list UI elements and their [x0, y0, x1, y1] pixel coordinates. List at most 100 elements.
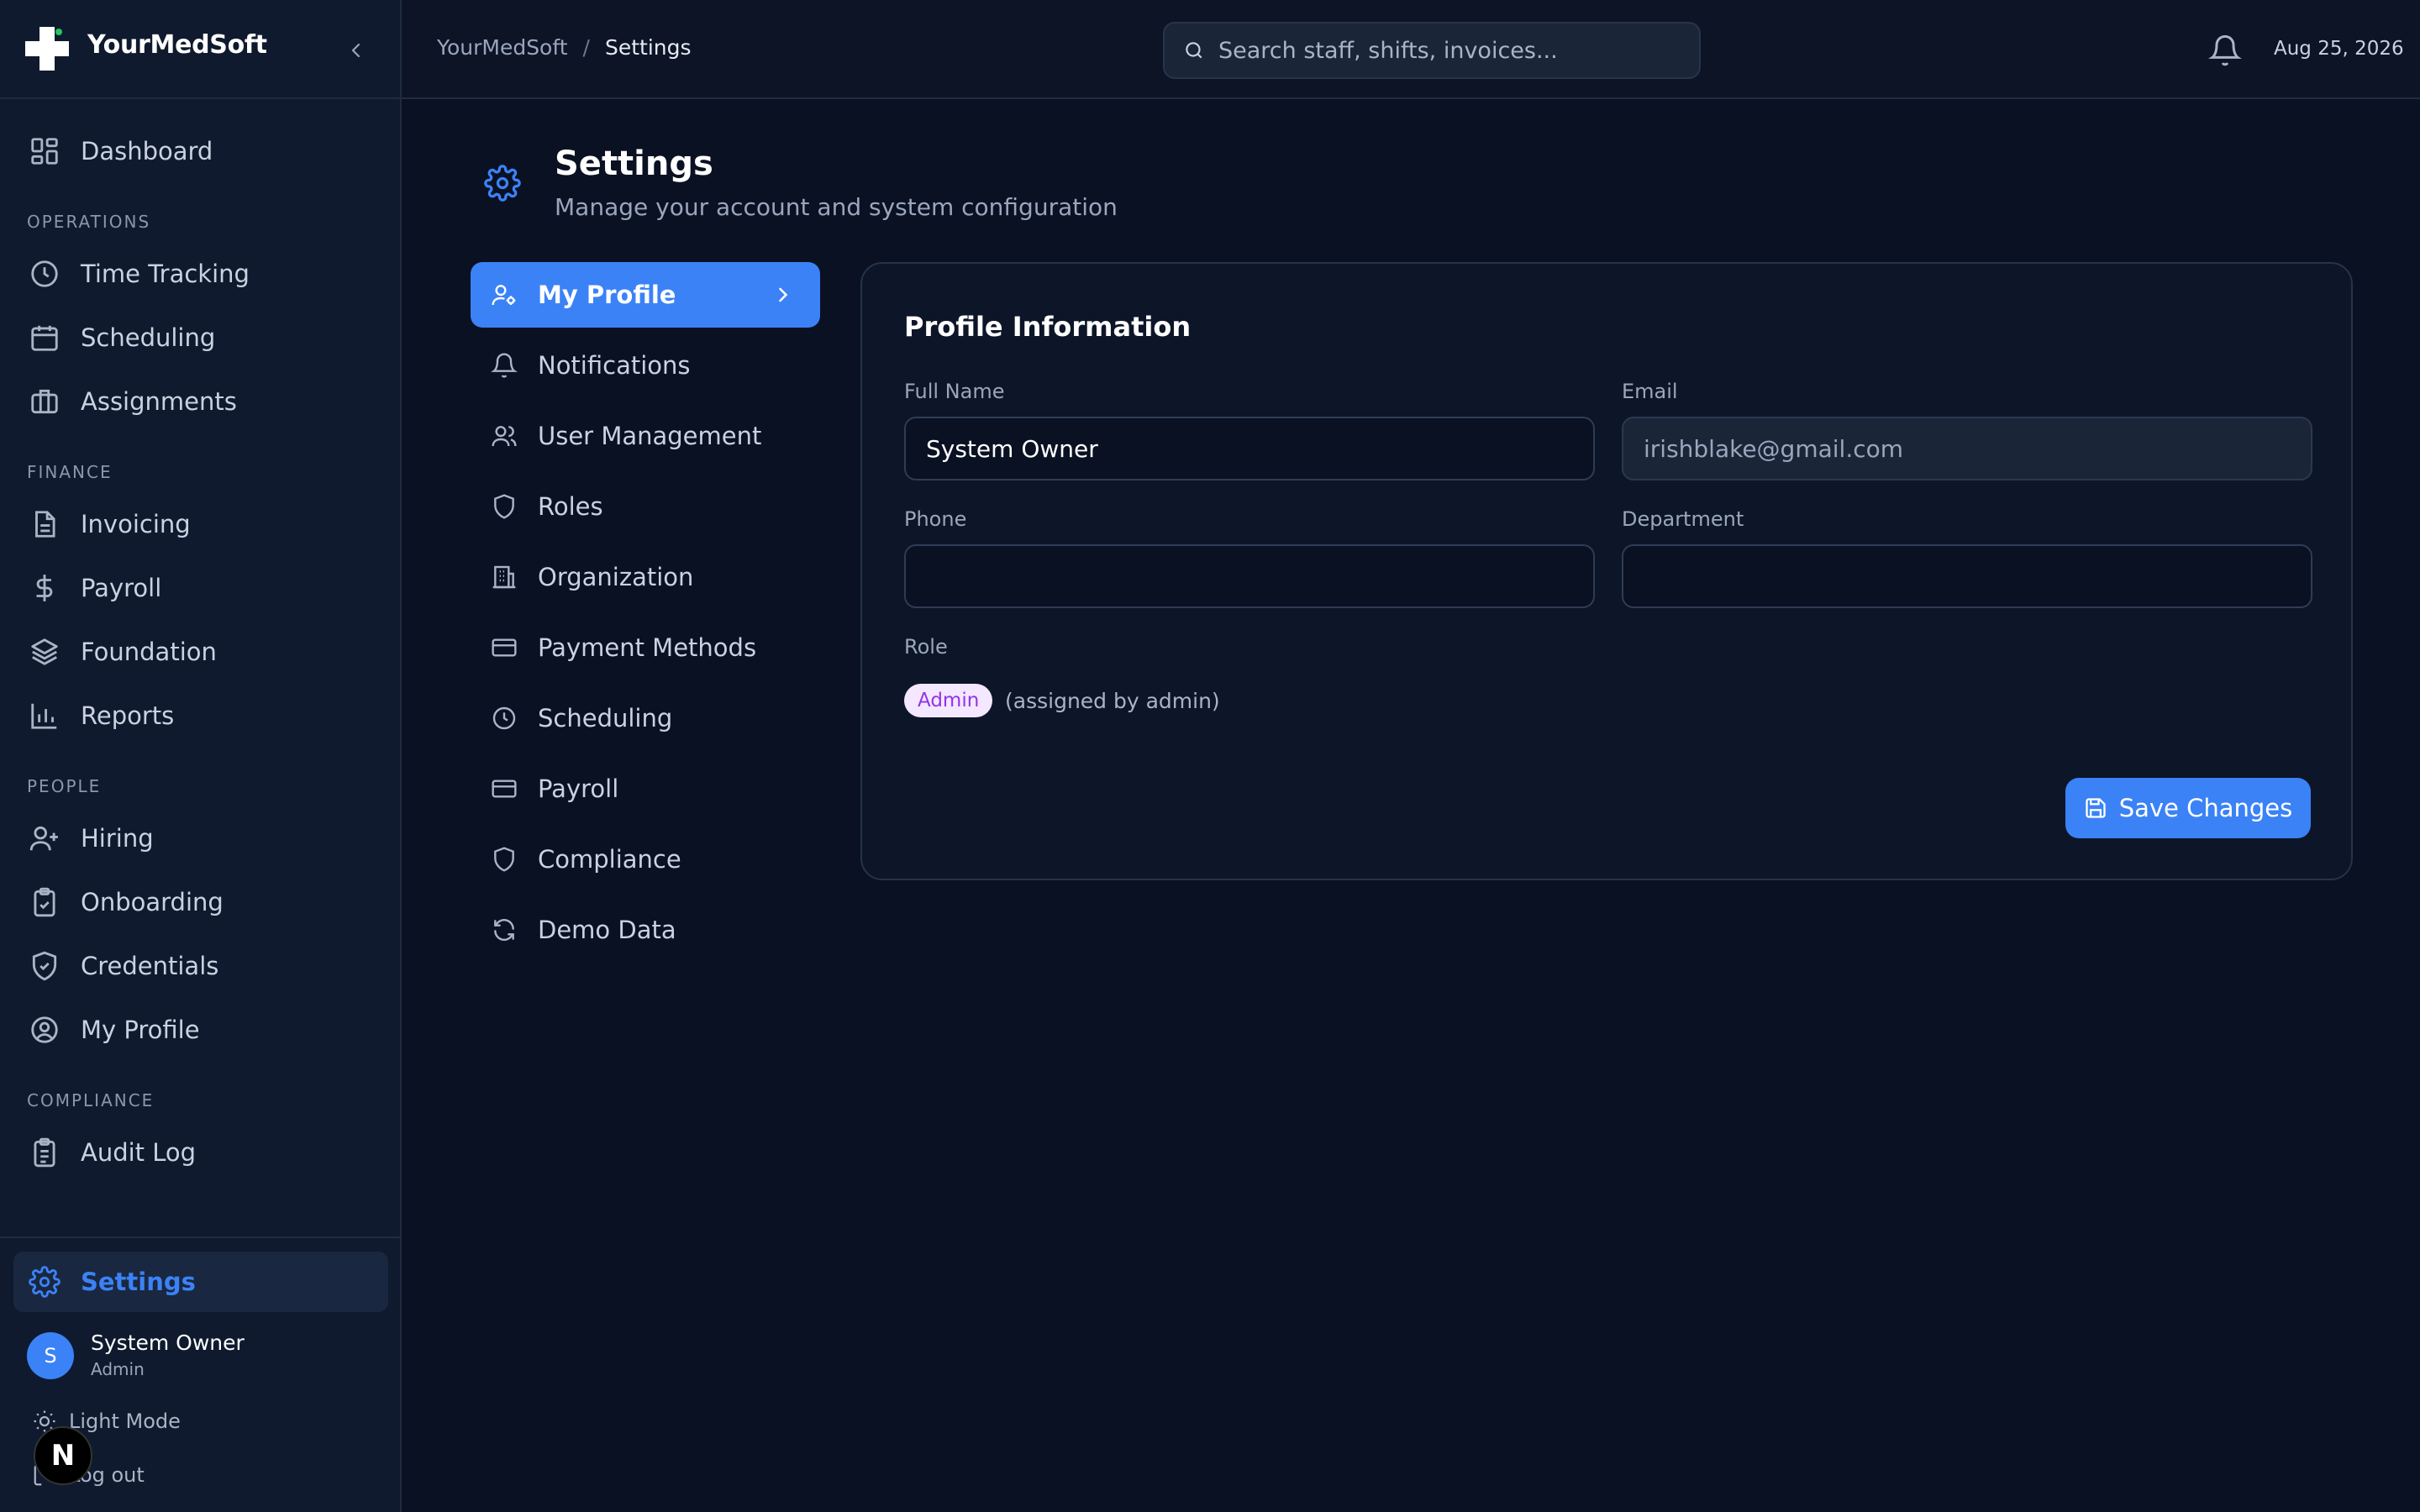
dashboard-icon — [31, 138, 58, 165]
sidebar-item-label: Dashboard — [81, 137, 213, 165]
settings-tab-roles[interactable]: Roles — [471, 474, 820, 539]
clock-icon — [31, 260, 58, 287]
credit-card-icon — [492, 638, 517, 657]
gear-icon — [29, 1266, 60, 1298]
user-card[interactable]: S System Owner Admin — [27, 1331, 380, 1383]
settings-tab-my-profile[interactable]: My Profile — [471, 262, 820, 328]
sidebar-item-label: Onboarding — [81, 888, 224, 916]
sidebar-item-dashboard[interactable]: Dashboard — [15, 124, 387, 178]
sidebar-item-label: Invoicing — [81, 510, 191, 538]
sidebar-item-reports[interactable]: Reports — [15, 689, 387, 743]
settings-tab-organization[interactable]: Organization — [471, 544, 820, 610]
page-title: Settings — [555, 144, 713, 183]
user-cog-icon — [492, 285, 516, 306]
search-input[interactable] — [1218, 37, 1689, 64]
building-icon — [492, 565, 516, 589]
page-subtitle: Manage your account and system configura… — [555, 193, 1118, 221]
sidebar-item-hiring[interactable]: Hiring — [15, 811, 387, 865]
settings-tab-notifications[interactable]: Notifications — [471, 333, 820, 398]
sidebar-item-assignments[interactable]: Assignments — [15, 375, 387, 428]
sidebar-item-time-tracking[interactable]: Time Tracking — [15, 247, 387, 301]
sidebar-divider — [0, 1236, 402, 1238]
sidebar-item-label: Credentials — [81, 952, 219, 980]
sidebar-item-label: Assignments — [81, 387, 237, 416]
sidebar-item-audit-log[interactable]: Audit Log — [15, 1126, 387, 1179]
briefcase-icon — [31, 389, 58, 414]
settings-tab-payment-methods[interactable]: Payment Methods — [471, 615, 820, 680]
section-finance: FINANCE — [27, 462, 113, 482]
full-name-field[interactable] — [904, 417, 1595, 480]
sidebar-item-invoicing[interactable]: Invoicing — [15, 497, 387, 551]
department-label: Department — [1622, 507, 1744, 531]
brand: YourMedSoft — [0, 0, 402, 99]
refresh-icon — [494, 919, 514, 941]
shield-icon — [494, 494, 514, 519]
chevron-left-icon — [351, 43, 360, 58]
sidebar-item-credentials[interactable]: Credentials — [15, 939, 387, 993]
sidebar-item-label: Scheduling — [81, 323, 216, 352]
settings-tab-scheduling[interactable]: Scheduling — [471, 685, 820, 751]
user-plus-icon — [29, 826, 58, 851]
role-badge: Admin — [904, 684, 993, 717]
sidebar-item-label: Time Tracking — [81, 260, 250, 288]
shield-check-icon — [32, 951, 57, 981]
file-text-icon — [35, 511, 55, 538]
email-field[interactable] — [1622, 417, 2312, 480]
sidebar-item-label: Foundation — [81, 638, 217, 666]
bar-chart-icon — [31, 703, 57, 729]
save-changes-button[interactable]: Save Changes — [2065, 778, 2311, 838]
sidebar-item-payroll[interactable]: Payroll — [15, 561, 387, 615]
medical-cross-logo — [25, 27, 69, 71]
settings-tab-label: Scheduling — [538, 704, 673, 732]
sidebar-item-scheduling[interactable]: Scheduling — [15, 311, 387, 365]
light-mode-label: Light Mode — [69, 1410, 181, 1433]
full-name-label: Full Name — [904, 380, 1005, 403]
user-circle-icon — [31, 1016, 58, 1043]
section-people: PEOPLE — [27, 776, 102, 796]
breadcrumb: YourMedSoft / Settings — [437, 35, 692, 60]
avatar: S — [27, 1332, 74, 1379]
department-field[interactable] — [1622, 544, 2312, 608]
dollar-icon — [36, 575, 53, 601]
email-label: Email — [1622, 380, 1678, 403]
top-bar: YourMedSoft / Settings Aug 25, 2026 — [402, 0, 2420, 99]
sidebar-item-settings[interactable]: Settings — [13, 1252, 388, 1312]
settings-tab-user-management[interactable]: User Management — [471, 403, 820, 469]
clipboard-list-icon — [34, 1137, 55, 1168]
settings-tab-demo-data[interactable]: Demo Data — [471, 897, 820, 963]
settings-tab-label: Demo Data — [538, 916, 676, 944]
profile-card: Profile Information Full Name Email Phon… — [860, 262, 2353, 880]
sidebar: YourMedSoft Dashboard OPERATIONS Time Tr… — [0, 0, 402, 1512]
breadcrumb-current: Settings — [604, 35, 692, 60]
gear-icon — [484, 165, 521, 202]
phone-field[interactable] — [904, 544, 1595, 608]
dev-tools-badge[interactable]: N — [34, 1426, 92, 1485]
card-title: Profile Information — [904, 311, 1192, 343]
sidebar-item-onboarding[interactable]: Onboarding — [15, 875, 387, 929]
sidebar-item-my-profile[interactable]: My Profile — [15, 1003, 387, 1057]
section-operations: OPERATIONS — [27, 212, 151, 232]
sidebar-item-label: Audit Log — [81, 1138, 197, 1167]
settings-tab-payroll[interactable]: Payroll — [471, 756, 820, 822]
settings-tab-label: My Profile — [538, 281, 676, 309]
phone-label: Phone — [904, 507, 967, 531]
settings-tab-label: Payment Methods — [538, 633, 757, 662]
current-date: Aug 25, 2026 — [2274, 38, 2404, 60]
sidebar-item-label: Reports — [81, 701, 175, 730]
settings-tab-label: Notifications — [538, 351, 691, 380]
sidebar-item-label: Payroll — [81, 574, 162, 602]
search-bar[interactable] — [1163, 22, 1701, 79]
collapse-sidebar-button[interactable] — [341, 35, 371, 66]
breadcrumb-home[interactable]: YourMedSoft — [437, 35, 568, 60]
user-name: System Owner — [91, 1331, 245, 1355]
shield-icon — [494, 847, 514, 872]
settings-tab-label: Organization — [538, 563, 694, 591]
breadcrumb-separator: / — [582, 35, 590, 60]
sidebar-item-foundation[interactable]: Foundation — [15, 625, 387, 679]
settings-tab-compliance[interactable]: Compliance — [471, 827, 820, 892]
bell-icon — [491, 353, 518, 378]
bell-icon[interactable] — [2208, 34, 2242, 67]
calendar-icon — [31, 325, 58, 351]
layers-icon — [31, 638, 58, 665]
role-note: (assigned by admin) — [1005, 689, 1220, 713]
